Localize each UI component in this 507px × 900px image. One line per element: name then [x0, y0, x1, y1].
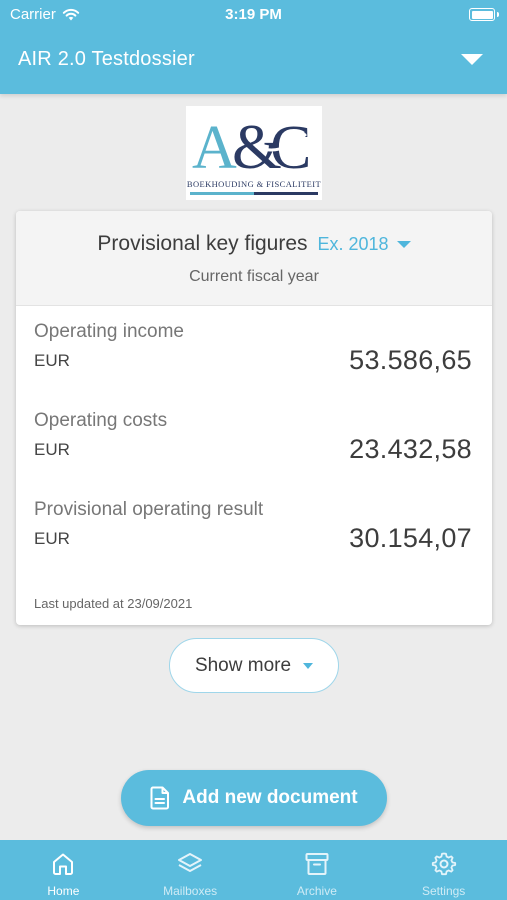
key-figures-card: Provisional key figures Ex. 2018 Current…: [16, 211, 492, 625]
archive-icon: [305, 853, 329, 875]
card-subtitle: Current fiscal year: [189, 268, 319, 285]
add-document-button[interactable]: Add new document: [121, 770, 387, 826]
svg-text:A: A: [192, 114, 237, 182]
tab-settings[interactable]: Settings: [380, 840, 507, 900]
gear-icon: [431, 852, 456, 876]
figure-operating-income: Operating income EUR 53.586,65: [34, 321, 474, 375]
figure-label: Operating income: [34, 321, 184, 342]
figure-value: 53.586,65: [349, 345, 472, 375]
figure-operating-result: Provisional operating result EUR 30.154,…: [34, 499, 474, 553]
status-time: 3:19 PM: [225, 6, 282, 23]
logo-subtitle: BOEKHOUDING & FISCALITEIT: [187, 179, 322, 189]
document-icon: [150, 786, 170, 810]
tab-bar: Home Mailboxes Archive Settings: [0, 840, 507, 900]
caret-down-icon: [303, 662, 314, 669]
add-document-label: Add new document: [182, 787, 358, 808]
figure-value: 30.154,07: [349, 523, 472, 553]
tab-label: Archive: [296, 884, 337, 898]
show-more-button[interactable]: Show more: [169, 638, 339, 693]
home-icon: [53, 853, 74, 875]
svg-text:C: C: [270, 114, 311, 182]
app-header: Carrier 3:19 PM AIR 2.0 Testdossier: [0, 0, 507, 94]
show-more-label: Show more: [194, 654, 292, 676]
card-title: Provisional key figures: [97, 232, 308, 255]
tab-mailboxes[interactable]: Mailboxes: [127, 840, 254, 900]
layers-icon: [178, 853, 203, 872]
tab-label: Mailboxes: [163, 884, 218, 898]
card-header: Provisional key figures Ex. 2018 Current…: [16, 211, 492, 306]
status-bar: Carrier 3:19 PM: [0, 0, 507, 30]
fiscal-year-selector[interactable]: Ex. 2018: [318, 234, 411, 255]
tab-home[interactable]: Home: [0, 840, 127, 900]
tab-label: Home: [47, 884, 80, 898]
figure-label: Provisional operating result: [34, 499, 264, 520]
dossier-dropdown-icon[interactable]: [461, 54, 483, 65]
fiscal-year-label: Ex. 2018: [317, 233, 389, 254]
tab-archive[interactable]: Archive: [254, 840, 381, 900]
figure-value: 23.432,58: [349, 434, 472, 464]
figure-label: Operating costs: [34, 410, 168, 431]
figure-operating-costs: Operating costs EUR 23.432,58: [34, 410, 474, 464]
last-updated-text: Last updated at 23/09/2021: [34, 596, 193, 611]
dossier-title[interactable]: AIR 2.0 Testdossier: [18, 48, 195, 71]
company-logo: A & C BOEKHOUDING & FISCALITEIT: [186, 106, 322, 200]
tab-label: Settings: [421, 884, 466, 898]
logo-image: A & C BOEKHOUDING & FISCALITEIT: [187, 111, 322, 195]
battery-icon: [469, 8, 499, 21]
caret-down-icon: [396, 240, 411, 248]
